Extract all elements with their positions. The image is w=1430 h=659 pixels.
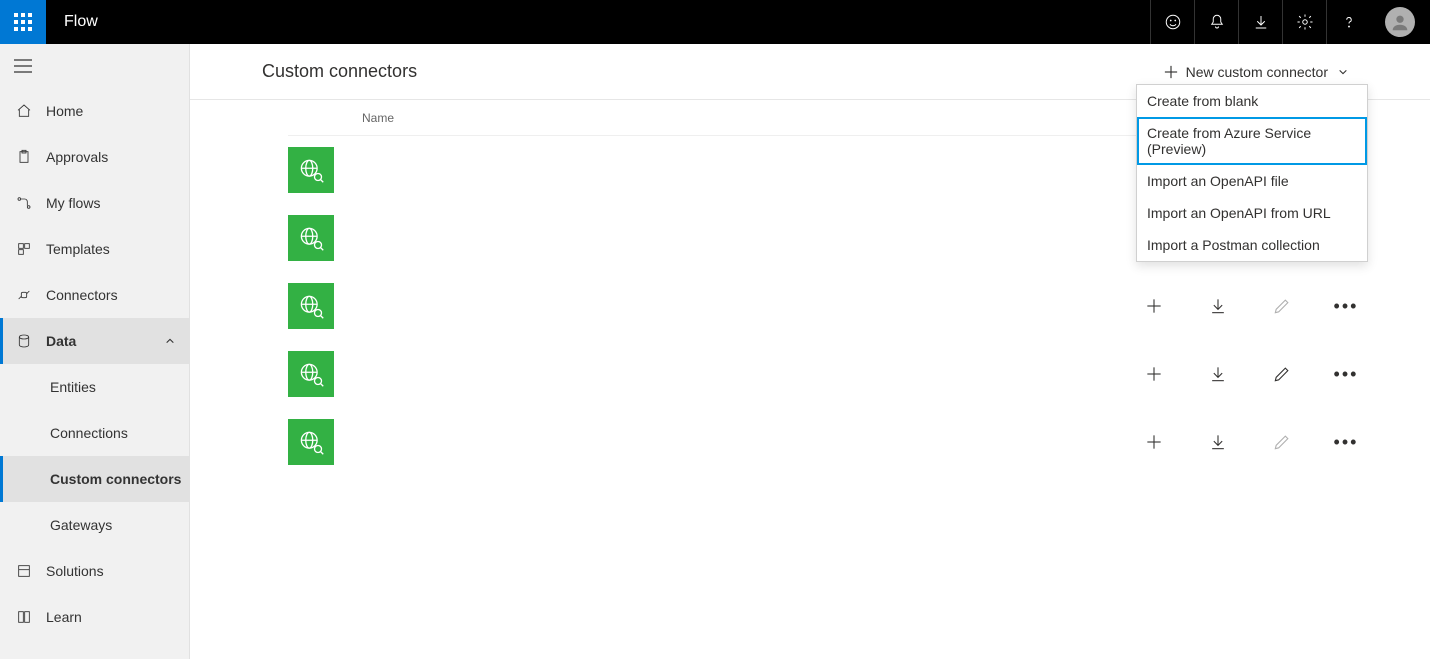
sidebar-label: Solutions: [46, 563, 104, 579]
edit-action-button[interactable]: [1270, 362, 1294, 386]
more-action-button[interactable]: •••: [1334, 294, 1358, 318]
feedback-button[interactable]: [1150, 0, 1194, 44]
connector-row: •••: [288, 272, 1358, 340]
sidebar-label: Entities: [50, 379, 96, 395]
download-action-button[interactable]: [1206, 294, 1230, 318]
sidebar-item-custom-connectors[interactable]: Custom connectors: [0, 456, 189, 502]
avatar-icon: [1389, 11, 1411, 33]
help-button[interactable]: [1326, 0, 1370, 44]
dropdown-import-openapi-file[interactable]: Import an OpenAPI file: [1137, 165, 1367, 197]
gear-icon: [1296, 13, 1314, 31]
data-icon: [16, 333, 32, 349]
app-launcher[interactable]: [0, 0, 46, 44]
add-action-button[interactable]: [1142, 294, 1166, 318]
sidebar-item-home[interactable]: Home: [0, 88, 189, 134]
download-action-button[interactable]: [1206, 362, 1230, 386]
hamburger-icon: [14, 59, 32, 73]
templates-icon: [16, 241, 32, 257]
main-content: Custom connectors New custom connector C…: [190, 44, 1430, 659]
dropdown-create-azure[interactable]: Create from Azure Service (Preview): [1137, 117, 1367, 165]
more-action-button[interactable]: •••: [1334, 362, 1358, 386]
edit-action-button[interactable]: [1270, 430, 1294, 454]
sidebar-label: Templates: [46, 241, 110, 257]
sidebar-label: Data: [46, 333, 76, 349]
more-action-button[interactable]: •••: [1334, 430, 1358, 454]
more-icon: •••: [1334, 296, 1359, 317]
download-icon: [1252, 13, 1270, 31]
notifications-button[interactable]: [1194, 0, 1238, 44]
connector-icon: [288, 419, 334, 465]
new-custom-connector-button[interactable]: New custom connector: [1154, 58, 1358, 86]
flow-icon: [16, 195, 32, 211]
connector-row: •••: [288, 408, 1358, 476]
sidebar-label: Approvals: [46, 149, 108, 165]
sidebar-item-approvals[interactable]: Approvals: [0, 134, 189, 180]
sidebar: Home Approvals My flows Templates Connec…: [0, 44, 190, 659]
new-button-label: New custom connector: [1186, 64, 1328, 80]
chevron-up-icon: [165, 336, 175, 346]
page-title: Custom connectors: [262, 61, 417, 82]
sidebar-item-entities[interactable]: Entities: [0, 364, 189, 410]
account-button[interactable]: [1370, 0, 1430, 44]
solutions-icon: [16, 563, 32, 579]
app-title: Flow: [64, 13, 98, 31]
settings-button[interactable]: [1282, 0, 1326, 44]
bell-icon: [1208, 13, 1226, 31]
sidebar-label: Home: [46, 103, 83, 119]
connector-icon: [288, 351, 334, 397]
add-action-button[interactable]: [1142, 362, 1166, 386]
dropdown-create-blank[interactable]: Create from blank: [1137, 85, 1367, 117]
waffle-icon: [14, 13, 32, 31]
download-action-button[interactable]: [1206, 430, 1230, 454]
connector-icon: [288, 215, 334, 261]
sidebar-item-data[interactable]: Data: [0, 318, 189, 364]
sidebar-label: My flows: [46, 195, 100, 211]
top-bar: Flow: [0, 0, 1430, 44]
sidebar-label: Learn: [46, 609, 82, 625]
sidebar-item-solutions[interactable]: Solutions: [0, 548, 189, 594]
connector-icon: [288, 283, 334, 329]
sidebar-label: Gateways: [50, 517, 112, 533]
column-header-name: Name: [362, 111, 394, 125]
edit-action-button[interactable]: [1270, 294, 1294, 318]
smile-icon: [1164, 13, 1182, 31]
chevron-down-icon: [1338, 67, 1348, 77]
sidebar-item-connectors[interactable]: Connectors: [0, 272, 189, 318]
help-icon: [1340, 13, 1358, 31]
home-icon: [16, 103, 32, 119]
dropdown-import-openapi-url[interactable]: Import an OpenAPI from URL: [1137, 197, 1367, 229]
connector-row: •••: [288, 340, 1358, 408]
more-icon: •••: [1334, 364, 1359, 385]
sidebar-label: Connections: [50, 425, 128, 441]
sidebar-toggle[interactable]: [0, 44, 189, 88]
connectors-icon: [16, 287, 32, 303]
sidebar-label: Custom connectors: [50, 471, 181, 487]
sidebar-item-connections[interactable]: Connections: [0, 410, 189, 456]
more-icon: •••: [1334, 432, 1359, 453]
sidebar-item-myflows[interactable]: My flows: [0, 180, 189, 226]
book-icon: [16, 609, 32, 625]
download-button[interactable]: [1238, 0, 1282, 44]
sidebar-item-learn[interactable]: Learn: [0, 594, 189, 640]
sidebar-item-templates[interactable]: Templates: [0, 226, 189, 272]
connector-icon: [288, 147, 334, 193]
clipboard-icon: [16, 149, 32, 165]
plus-icon: [1164, 65, 1178, 79]
sidebar-label: Connectors: [46, 287, 118, 303]
new-connector-dropdown: Create from blank Create from Azure Serv…: [1136, 84, 1368, 262]
add-action-button[interactable]: [1142, 430, 1166, 454]
dropdown-import-postman[interactable]: Import a Postman collection: [1137, 229, 1367, 261]
sidebar-item-gateways[interactable]: Gateways: [0, 502, 189, 548]
